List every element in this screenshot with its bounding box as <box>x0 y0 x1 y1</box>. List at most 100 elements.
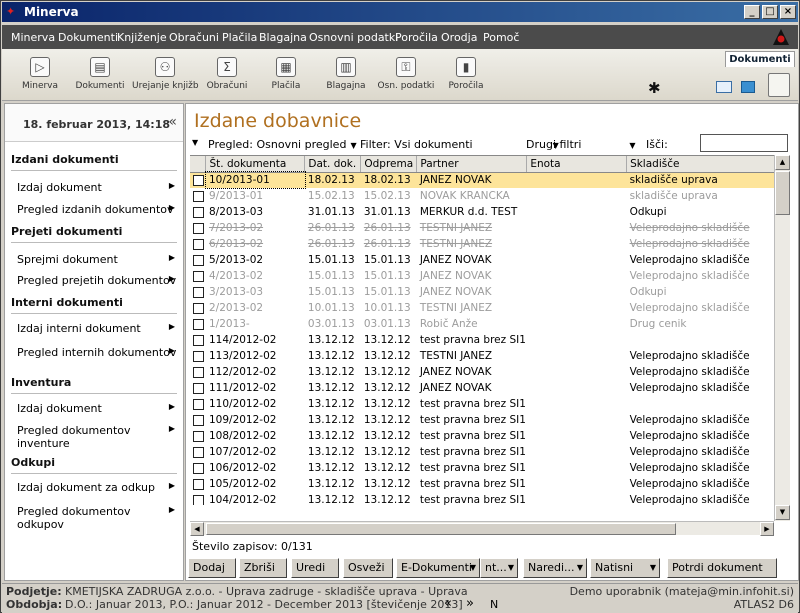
scroll-left-icon[interactable]: ◀ <box>190 522 204 536</box>
natisni-button[interactable]: Natisni ▼ <box>590 558 660 578</box>
row-checkbox[interactable] <box>193 270 204 282</box>
table-row[interactable]: 114/2012-02 13.12.12 13.12.12 test pravna b… <box>190 332 776 348</box>
table-row[interactable]: 2/2013-02 10.01.13 10.01.13 TESTNI JANEZ Vel… <box>190 300 776 316</box>
row-checkbox[interactable] <box>193 302 204 314</box>
nav-left-icon[interactable]: « <box>444 596 452 611</box>
table-row[interactable]: 1/2013- 03.01.13 03.01.13 Robič Anže Drug ce… <box>190 316 776 332</box>
sidebar-item-pregled-odkupov[interactable]: Pregled dokumentov odkupov ▶ <box>17 505 177 531</box>
menu-minerva[interactable]: Minerva <box>11 31 55 44</box>
scroll-thumb[interactable] <box>775 171 790 215</box>
search-input[interactable] <box>700 134 788 152</box>
row-checkbox[interactable] <box>193 398 204 410</box>
row-checkbox[interactable] <box>193 430 204 442</box>
menu-osnovni-podatki[interactable]: Osnovni podatki <box>309 31 398 44</box>
minimize-button[interactable]: _ <box>744 5 760 19</box>
row-checkbox[interactable] <box>193 174 204 186</box>
paw-icon[interactable]: ✱ <box>648 79 661 97</box>
row-checkbox[interactable] <box>193 318 204 330</box>
menu-porocila[interactable]: Poročila <box>395 31 438 44</box>
delete-button[interactable]: Zbriši <box>239 558 287 578</box>
drugi-filtri-dropdown[interactable]: Drugi filtri ▼ <box>526 138 636 151</box>
table-row[interactable]: 113/2012-02 13.12.12 13.12.12 TESTNI JANEZ V… <box>190 348 776 364</box>
column-partner[interactable]: Partner <box>416 156 528 173</box>
scroll-up-icon[interactable]: ▲ <box>775 155 790 170</box>
table-row[interactable]: 107/2012-02 13.12.12 13.12.12 test pravna b… <box>190 444 776 460</box>
refresh-button[interactable]: Osveži <box>343 558 393 578</box>
row-checkbox[interactable] <box>193 446 204 458</box>
menu-placila[interactable]: Plačila <box>222 31 257 44</box>
row-checkbox[interactable] <box>193 414 204 426</box>
table-row[interactable]: 112/2012-02 13.12.12 13.12.12 JANEZ NOVAK Ve… <box>190 364 776 380</box>
documents-panel-icon[interactable] <box>768 73 790 97</box>
add-button[interactable]: Dodaj <box>188 558 236 578</box>
table-row[interactable]: 111/2012-02 13.12.12 13.12.12 JANEZ NOVAK Ve… <box>190 380 776 396</box>
table-row[interactable]: 8/2013-03 31.01.13 31.01.13 MERKUR d.d. TES… <box>190 204 776 220</box>
column-enota[interactable]: Enota <box>526 156 628 173</box>
toolbar-porocila-button[interactable]: ▮ Poročila <box>436 53 496 99</box>
column-odprema[interactable]: Odprema <box>360 156 418 173</box>
column-skladisce[interactable]: Skladišče <box>626 156 776 173</box>
menu-obracuni[interactable]: Obračuni <box>169 31 219 44</box>
menu-dokumenti[interactable]: Dokumenti <box>58 31 118 44</box>
sidebar-item-pregled-prejetih[interactable]: Pregled prejetih dokumentov ▶ <box>17 274 177 287</box>
toolbar-placila-button[interactable]: ▦ Plačila <box>256 53 316 99</box>
vertical-scrollbar[interactable]: ▲ ▼ <box>774 155 790 521</box>
scroll-right-icon[interactable]: ▶ <box>760 522 774 536</box>
row-checkbox[interactable] <box>193 238 204 250</box>
sidebar-item-pregled-internih[interactable]: Pregled internih dokumentov ▶ <box>17 346 177 359</box>
sidebar-item-sprejmi-dokument[interactable]: Sprejmi dokument ▶ <box>17 253 177 266</box>
table-row[interactable]: 106/2012-02 13.12.12 13.12.12 test pravna b… <box>190 460 776 476</box>
row-checkbox[interactable] <box>193 190 204 202</box>
toolbar-urejanje-knjizb-button[interactable]: ⚇ Urejanje knjižb <box>132 53 199 99</box>
potrdi-dokument-button[interactable]: Potrdi dokument <box>667 558 777 578</box>
table-row[interactable]: 4/2013-02 15.01.13 15.01.13 JANEZ NOVAK Vele… <box>190 268 776 284</box>
menu-blagajna[interactable]: Blagajna <box>259 31 307 44</box>
row-checkbox[interactable] <box>193 478 204 490</box>
table-row[interactable]: 7/2013-02 26.01.13 26.01.13 TESTNI JANEZ Vel… <box>190 220 776 236</box>
row-checkbox[interactable] <box>193 350 204 362</box>
nav-right-icon[interactable]: » <box>466 596 474 611</box>
menu-knjizenje[interactable]: Knjiženje <box>117 31 167 44</box>
row-checkbox[interactable] <box>193 382 204 394</box>
toolbar-obracuni-button[interactable]: Σ Obračuni <box>197 53 257 99</box>
table-row[interactable]: 5/2013-02 15.01.13 15.01.13 JANEZ NOVAK Vele… <box>190 252 776 268</box>
more-dropdown-button[interactable]: nt... ▼ <box>480 558 518 578</box>
table-row[interactable]: 110/2012-02 13.12.12 13.12.12 test pravna b… <box>190 396 776 412</box>
table-row[interactable]: 104/2012-02 13.12.12 13.12.12 test pravna b… <box>190 492 776 505</box>
toolbar-osn-podatki-button[interactable]: ⚿ Osn. podatki <box>376 53 436 99</box>
row-checkbox[interactable] <box>193 222 204 234</box>
nav-n[interactable]: N <box>490 598 498 611</box>
row-checkbox[interactable] <box>193 494 204 505</box>
table-row[interactable]: 6/2013-02 26.01.13 26.01.13 TESTNI JANEZ Vel… <box>190 236 776 252</box>
table-row[interactable]: 9/2013-01 15.02.13 15.02.13 NOVAK KRANCKA sk… <box>190 188 776 204</box>
pregled-dropdown[interactable]: Pregled: Osnovni pregled ▼ <box>208 138 357 151</box>
menu-orodja[interactable]: Orodja <box>441 31 477 44</box>
row-checkbox[interactable] <box>193 254 204 266</box>
sidebar-item-pregled-izdanih[interactable]: Pregled izdanih dokumentov ▶ <box>17 203 177 216</box>
row-checkbox[interactable] <box>193 334 204 346</box>
toolbar-blagajna-button[interactable]: ▥ Blagajna <box>316 53 376 99</box>
column-dat-dok[interactable]: Dat. dok. <box>304 156 362 173</box>
sidebar-item-izdaj-odkup[interactable]: Izdaj dokument za odkup ▶ <box>17 481 177 494</box>
table-row[interactable]: 10/2013-01 18.02.13 18.02.13 JANEZ NOVAK skl… <box>190 171 776 189</box>
row-checkbox[interactable] <box>193 286 204 298</box>
column-st-dokumenta[interactable]: Št. dokumenta <box>205 156 306 173</box>
column-chooser-dropdown[interactable]: ▼ <box>192 138 198 147</box>
scroll-down-icon[interactable]: ▼ <box>775 505 790 520</box>
row-checkbox[interactable] <box>193 462 204 474</box>
table-row[interactable]: 3/2013-03 15.01.13 15.01.13 JANEZ NOVAK Odku… <box>190 284 776 300</box>
table-row[interactable]: 105/2012-02 13.12.12 13.12.12 test pravna b… <box>190 476 776 492</box>
collapse-sidebar-icon[interactable]: « <box>168 114 177 130</box>
menu-pomoc[interactable]: Pomoč <box>483 31 519 44</box>
naredi-button[interactable]: Naredi... ▼ <box>523 558 587 578</box>
maximize-button[interactable]: □ <box>762 5 778 19</box>
close-button[interactable]: × <box>780 5 796 19</box>
toolbar-minerva-button[interactable]: ▷ Minerva <box>10 53 70 99</box>
toolbar-dokumenti-button[interactable]: ▤ Dokumenti <box>70 53 130 99</box>
e-dokumenti-button[interactable]: E-Dokumenti ▼ <box>396 558 480 578</box>
table-row[interactable]: 108/2012-02 13.12.12 13.12.12 test pravna b… <box>190 428 776 444</box>
table-row[interactable]: 109/2012-02 13.12.12 13.12.12 test pravna b… <box>190 412 776 428</box>
edit-button[interactable]: Uredi <box>291 558 339 578</box>
sidebar-item-izdaj-interni[interactable]: Izdaj interni dokument ▶ <box>17 322 177 335</box>
mail-icon[interactable] <box>716 81 732 93</box>
